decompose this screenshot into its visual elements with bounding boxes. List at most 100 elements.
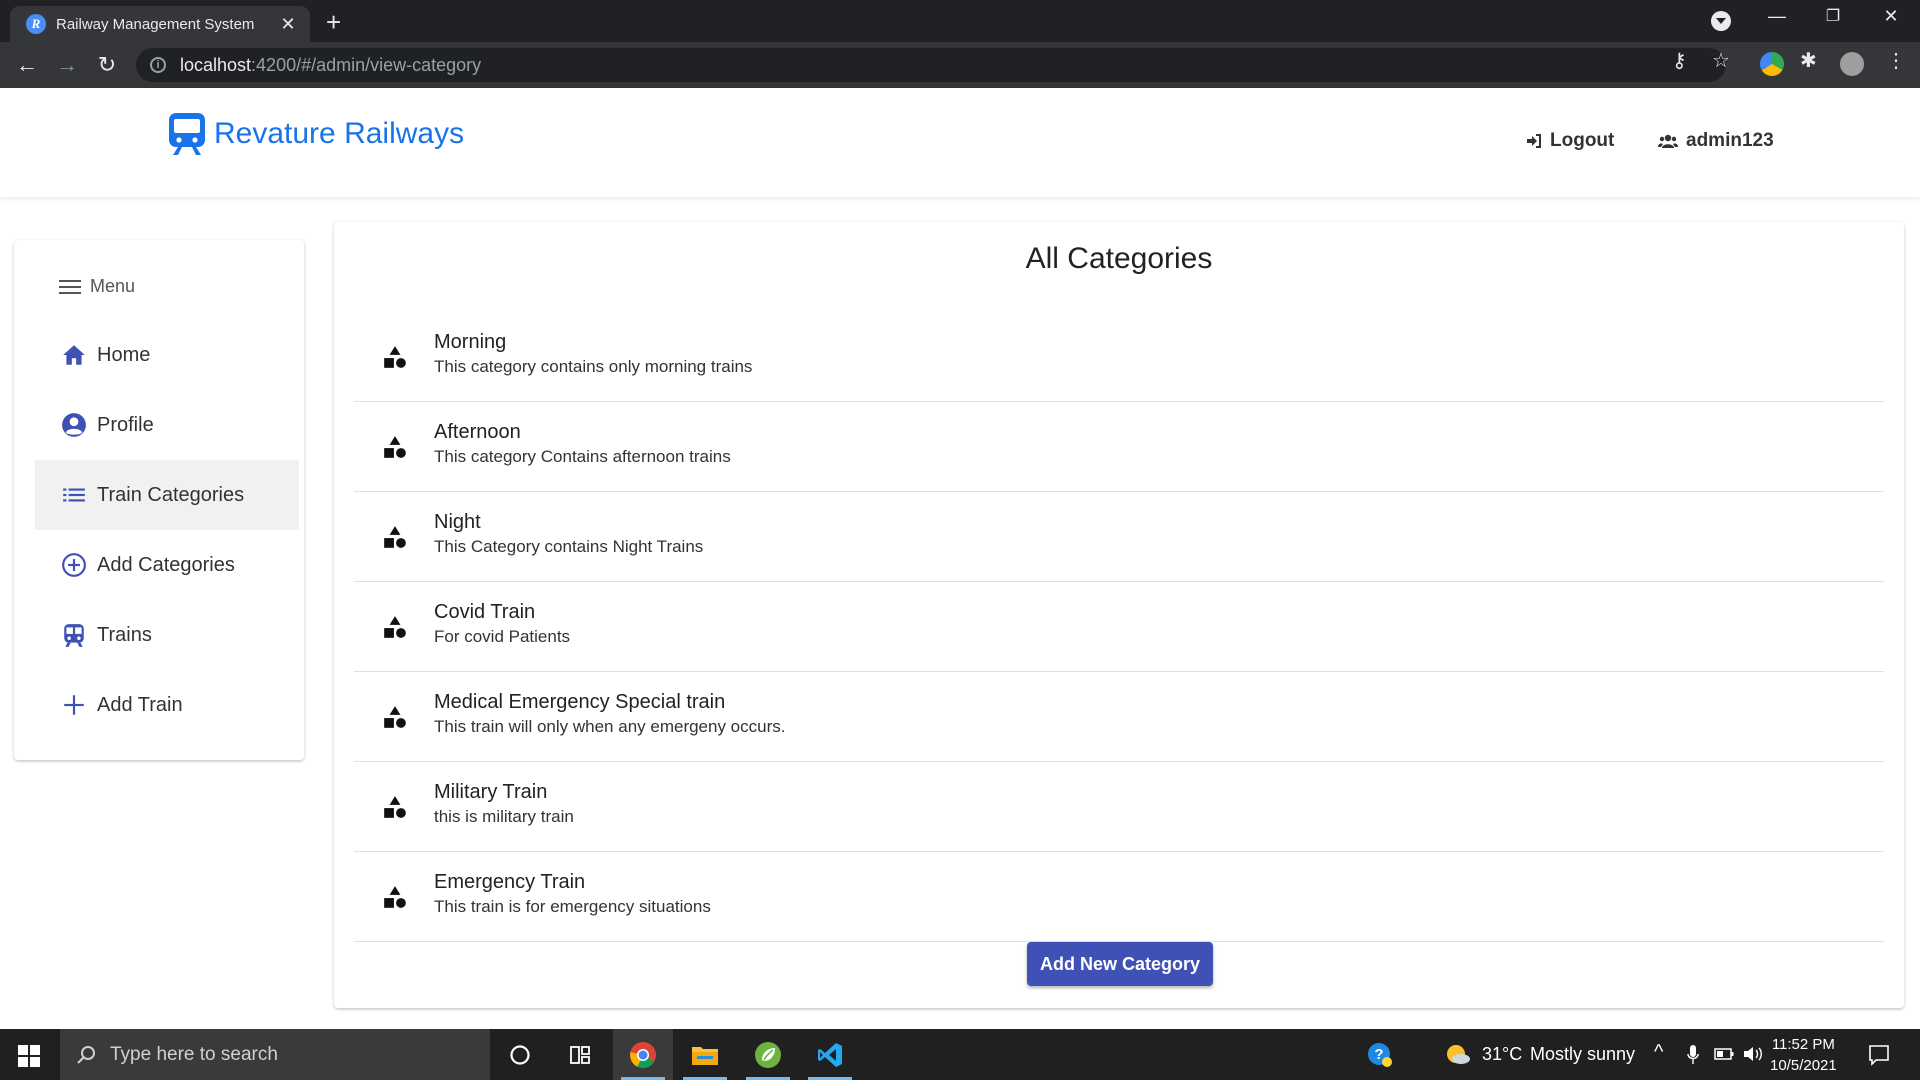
train-icon: [64, 624, 84, 647]
list-item[interactable]: Covid Train For covid Patients: [354, 582, 1884, 672]
file-explorer-icon[interactable]: [675, 1029, 735, 1080]
category-name: Afternoon: [434, 421, 521, 443]
list-item[interactable]: Afternoon This category Contains afterno…: [354, 402, 1884, 492]
browser-tab-strip: R Railway Management System ✕ + — ❐ ✕: [0, 0, 1920, 42]
back-icon[interactable]: ←: [12, 52, 42, 78]
list-item[interactable]: Medical Emergency Special train This tra…: [354, 672, 1884, 762]
account-circle-icon: [62, 413, 86, 437]
url-host: localhost: [180, 54, 252, 75]
sidebar: Menu Home Profile Train Categories Add C…: [14, 240, 304, 760]
add-circle-icon: [62, 553, 86, 577]
notifications-icon[interactable]: [1868, 1044, 1890, 1066]
chrome-app-icon[interactable]: [613, 1029, 673, 1080]
taskbar-search-box[interactable]: Type here to search: [60, 1029, 490, 1080]
list-item[interactable]: Emergency Train This train is for emerge…: [354, 852, 1884, 942]
weather-temperature[interactable]: 31°C: [1482, 1044, 1522, 1065]
category-description: This Category contains Night Trains: [434, 537, 704, 556]
category-description: this is military train: [434, 807, 574, 826]
site-info-icon[interactable]: i: [150, 57, 166, 73]
sidebar-item-add-train[interactable]: Add Train: [35, 670, 299, 740]
extensions-puzzle-icon[interactable]: ✱: [1800, 48, 1817, 73]
tab-title: Railway Management System: [56, 15, 255, 33]
category-name: Night: [434, 511, 481, 533]
cortana-icon[interactable]: [490, 1029, 550, 1080]
task-view-icon[interactable]: [550, 1029, 610, 1080]
browser-tab[interactable]: R Railway Management System ✕: [10, 6, 310, 42]
svg-text:?: ?: [1374, 1046, 1383, 1063]
logout-link[interactable]: Logout: [1526, 130, 1614, 152]
windows-start-icon[interactable]: [18, 1045, 40, 1067]
tab-search-icon[interactable]: [1711, 11, 1731, 31]
categories-card: All Categories Morning This category con…: [334, 222, 1904, 1008]
menu-label: Menu: [90, 276, 136, 296]
chrome-menu-icon[interactable]: ⋮: [1886, 48, 1906, 73]
menu-toggle[interactable]: Menu: [58, 276, 135, 297]
category-name: Military Train: [434, 781, 548, 803]
address-bar[interactable]: i localhost :4200/#/admin/view-category: [136, 48, 1726, 82]
home-icon: [63, 345, 85, 365]
list-item[interactable]: Night This Category contains Night Train…: [354, 492, 1884, 582]
category-name: Morning: [434, 331, 507, 353]
tab-favicon-icon: R: [26, 14, 46, 34]
bookmark-star-icon[interactable]: ☆: [1712, 48, 1730, 73]
brand-link[interactable]: Revature Railways: [168, 112, 464, 156]
profile-avatar-icon[interactable]: [1840, 52, 1864, 76]
key-icon[interactable]: ⚷: [1672, 48, 1687, 73]
sidebar-item-label: Profile: [97, 413, 154, 436]
sidebar-item-label: Add Categories: [97, 553, 235, 576]
sidebar-item-trains[interactable]: Trains: [35, 600, 299, 670]
weather-condition[interactable]: Mostly sunny: [1530, 1044, 1635, 1065]
category-shapes-icon: [384, 796, 406, 818]
username-label: admin123: [1686, 130, 1774, 151]
show-hidden-icons-icon[interactable]: ^: [1654, 1041, 1663, 1064]
battery-icon[interactable]: [1714, 1047, 1734, 1061]
help-icon[interactable]: ?: [1350, 1029, 1410, 1080]
vscode-icon[interactable]: [800, 1029, 860, 1080]
category-shapes-icon: [384, 526, 406, 548]
system-clock[interactable]: 11:52 PM 10/5/2021: [1770, 1034, 1837, 1076]
category-description: For covid Patients: [434, 627, 571, 646]
category-name: Covid Train: [434, 601, 536, 623]
new-tab-plus-icon[interactable]: +: [326, 7, 341, 38]
category-description: This category Contains afternoon trains: [434, 447, 731, 466]
category-description: This train is for emergency situations: [434, 897, 711, 916]
clock-time: 11:52 PM: [1771, 1036, 1835, 1053]
sign-out-icon: [1527, 134, 1541, 148]
extension-icon[interactable]: [1760, 52, 1784, 76]
restore-icon[interactable]: ❐: [1813, 6, 1853, 26]
user-menu[interactable]: admin123: [1658, 130, 1774, 152]
plus-icon: [64, 695, 84, 715]
logout-label: Logout: [1550, 130, 1615, 151]
category-description: This train will only when any emergeny o…: [434, 717, 786, 736]
forward-icon[interactable]: →: [52, 52, 82, 78]
windows-taskbar: Type here to search ? 31°C Mostly sunny …: [0, 1029, 1920, 1080]
category-shapes-icon: [384, 436, 406, 458]
list-item[interactable]: Military Train this is military train: [354, 762, 1884, 852]
category-shapes-icon: [384, 346, 406, 368]
url-path: :4200/#/admin/view-category: [251, 54, 482, 75]
minimize-icon[interactable]: —: [1757, 6, 1797, 27]
sidebar-item-label: Train Categories: [97, 483, 245, 506]
microphone-icon[interactable]: [1686, 1044, 1700, 1066]
category-shapes-icon: [384, 706, 406, 728]
browser-toolbar: ← → ↻ i localhost :4200/#/admin/view-cat…: [0, 42, 1920, 88]
sidebar-item-label: Add Train: [97, 693, 183, 716]
weather-sun-icon[interactable]: [1444, 1042, 1472, 1068]
sidebar-item-add-categories[interactable]: Add Categories: [35, 530, 299, 600]
taskbar-search-placeholder: Type here to search: [110, 1043, 278, 1065]
train-logo-icon: [169, 113, 205, 155]
search-icon: [77, 1045, 95, 1064]
add-new-category-button[interactable]: Add New Category: [1027, 942, 1213, 986]
sidebar-item-home[interactable]: Home: [35, 320, 299, 390]
category-shapes-icon: [384, 886, 406, 908]
reload-icon[interactable]: ↻: [92, 52, 122, 78]
sidebar-item-train-categories[interactable]: Train Categories: [35, 460, 299, 530]
spring-tool-icon[interactable]: [738, 1029, 798, 1080]
sidebar-item-label: Trains: [97, 623, 152, 646]
category-name: Medical Emergency Special train: [434, 691, 726, 713]
sidebar-item-profile[interactable]: Profile: [35, 390, 299, 460]
window-close-icon[interactable]: ✕: [1871, 6, 1911, 27]
volume-icon[interactable]: [1742, 1044, 1764, 1064]
tab-close-icon[interactable]: ✕: [276, 14, 300, 35]
list-item[interactable]: Morning This category contains only morn…: [354, 312, 1884, 402]
